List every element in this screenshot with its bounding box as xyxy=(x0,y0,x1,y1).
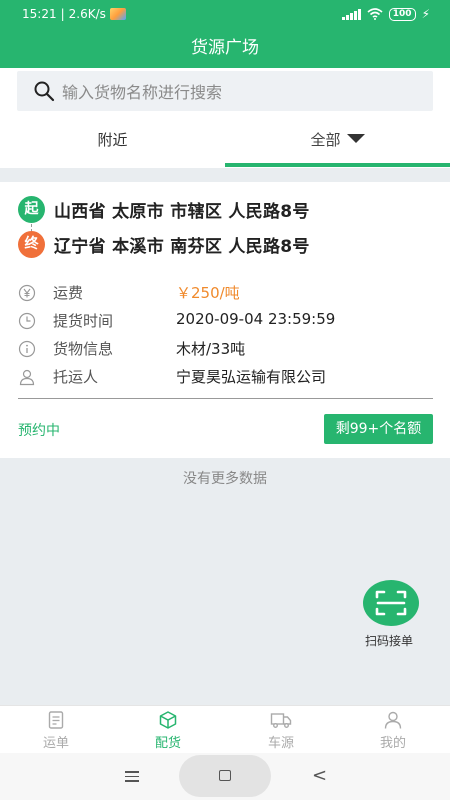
nav-vehicles-label: 车源 xyxy=(267,736,294,751)
search-input[interactable]: 输入货物名称进行搜索 xyxy=(17,71,433,111)
tab-nearby[interactable]: 附近 xyxy=(0,120,225,168)
bottom-nav: 运单 配货 车源 我的 xyxy=(0,705,450,753)
end-address: 辽宁省 本溪市 南芬区 人民路8号 xyxy=(54,237,310,257)
nav-mine-label: 我的 xyxy=(379,736,406,751)
route-start: 起 山西省 太原市 市辖区 人民路8号 xyxy=(18,196,310,223)
status-left: 15:21 | 2.6K/s xyxy=(22,7,126,21)
status-network-speed: 2.6K/s xyxy=(68,7,106,21)
end-badge: 终 xyxy=(18,231,45,258)
menu-icon[interactable] xyxy=(125,771,139,782)
freight-value: ￥250/吨 xyxy=(176,284,240,302)
status-time: 15:21 xyxy=(22,7,57,21)
filter-tabs: 附近 全部 xyxy=(0,120,450,168)
pickup-time-value: 2020-09-04 23:59:59 xyxy=(176,310,336,328)
quota-button[interactable]: 剩99+个名额 xyxy=(324,414,433,444)
yen-icon xyxy=(18,284,36,302)
scan-order-label: 扫码接单 xyxy=(364,634,413,648)
freight-label: 运费 xyxy=(53,284,84,302)
route-end: 终 辽宁省 本溪市 南芬区 人民路8号 xyxy=(18,231,310,258)
scan-circle xyxy=(363,580,419,626)
pickup-time-label: 提货时间 xyxy=(53,312,114,330)
tab-all[interactable]: 全部 xyxy=(225,120,450,168)
pickup-time-row: 提货时间 2020-09-04 23:59:59 xyxy=(18,308,438,336)
user-icon xyxy=(19,369,35,386)
scan-icon xyxy=(375,590,407,616)
start-address: 山西省 太原市 市辖区 人民路8号 xyxy=(54,202,310,222)
scan-order-button[interactable]: 扫码接单 xyxy=(362,580,420,650)
nav-waybill-label: 运单 xyxy=(42,736,69,751)
nav-waybill[interactable]: 运单 xyxy=(0,710,112,751)
start-badge: 起 xyxy=(18,196,45,223)
home-button[interactable] xyxy=(179,755,271,797)
document-icon xyxy=(48,711,64,729)
caret-down-icon xyxy=(346,134,365,143)
cargo-card[interactable]: 起 山西省 太原市 市辖区 人民路8号 终 辽宁省 本溪市 南芬区 人民路8号 … xyxy=(0,182,450,458)
battery-icon: 100 xyxy=(388,7,416,21)
search-icon xyxy=(34,81,55,102)
status-separator: | xyxy=(60,7,65,21)
cargo-info-label: 货物信息 xyxy=(53,340,114,358)
gallery-notification-icon xyxy=(109,8,126,20)
wifi-icon xyxy=(367,8,383,20)
info-icon xyxy=(18,340,36,358)
status-right: 100 ⚡ xyxy=(341,7,430,21)
card-divider xyxy=(18,398,433,399)
no-more-data-text: 没有更多数据 xyxy=(183,471,267,487)
tab-nearby-label: 附近 xyxy=(97,131,128,149)
nav-dispatch[interactable]: 配货 xyxy=(112,710,224,751)
home-icon xyxy=(219,770,231,781)
person-icon xyxy=(384,711,402,729)
shipper-row: 托运人 宁夏昊弘运输有限公司 xyxy=(18,364,438,392)
cargo-info-value: 木材/33吨 xyxy=(176,340,246,358)
status-badge: 预约中 xyxy=(18,423,60,439)
tab-all-label: 全部 xyxy=(310,131,341,149)
box-icon xyxy=(159,711,177,729)
page-title: 货源广场 xyxy=(0,30,450,68)
truck-icon xyxy=(270,713,292,728)
status-bar: 15:21 | 2.6K/s 100 ⚡ xyxy=(0,0,450,30)
nav-dispatch-label: 配货 xyxy=(154,736,181,751)
shipper-label: 托运人 xyxy=(53,368,99,386)
search-placeholder: 输入货物名称进行搜索 xyxy=(62,83,223,102)
nav-vehicles[interactable]: 车源 xyxy=(225,710,337,751)
search-area: 输入货物名称进行搜索 xyxy=(0,68,450,120)
clock-icon xyxy=(18,312,36,330)
tab-active-indicator xyxy=(225,163,450,167)
back-icon[interactable]: < xyxy=(312,765,327,786)
cargo-info-row: 货物信息 木材/33吨 xyxy=(18,336,438,364)
freight-row: 运费 ￥250/吨 xyxy=(18,280,438,308)
nav-mine[interactable]: 我的 xyxy=(337,710,449,751)
shipper-value: 宁夏昊弘运输有限公司 xyxy=(176,368,327,386)
system-nav-bar: < xyxy=(0,753,450,800)
signal-icon xyxy=(341,8,361,20)
charging-icon: ⚡ xyxy=(421,7,430,21)
